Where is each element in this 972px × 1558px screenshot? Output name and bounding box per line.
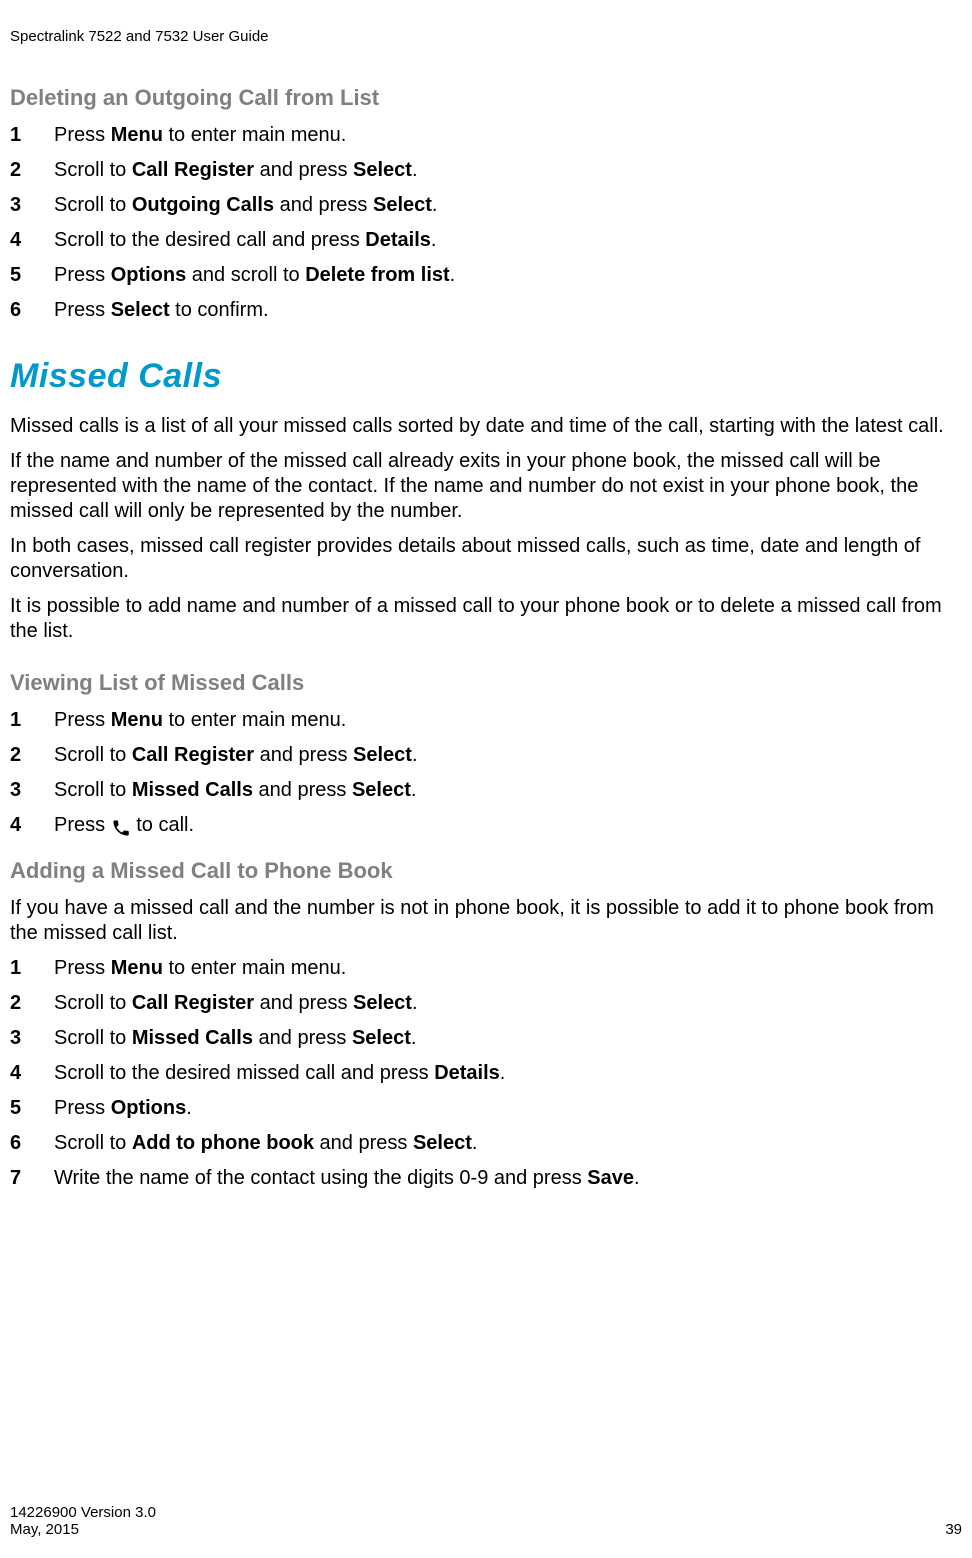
paragraph: In both cases, missed call register prov… bbox=[10, 534, 962, 584]
list-item: Press Options. bbox=[10, 1096, 962, 1121]
steps-add-missed: Press Menu to enter main menu. Scroll to… bbox=[10, 956, 962, 1191]
footer-date: May, 2015 bbox=[10, 1521, 79, 1538]
steps-view-missed: Press Menu to enter main menu. Scroll to… bbox=[10, 708, 962, 838]
call-icon bbox=[111, 818, 131, 838]
chapter-missed-calls: Missed Calls bbox=[10, 357, 962, 396]
page-footer: 14226900 Version 3.0 May, 2015 39 bbox=[10, 1504, 962, 1538]
list-item: Press to call. bbox=[10, 813, 962, 838]
paragraph: It is possible to add name and number of… bbox=[10, 594, 962, 644]
list-item: Scroll to Outgoing Calls and press Selec… bbox=[10, 193, 962, 218]
footer-version: 14226900 Version 3.0 bbox=[10, 1504, 962, 1521]
list-item: Scroll to Missed Calls and press Select. bbox=[10, 778, 962, 803]
heading-delete-outgoing: Deleting an Outgoing Call from List bbox=[10, 85, 962, 111]
list-item: Write the name of the contact using the … bbox=[10, 1166, 962, 1191]
list-item: Press Select to confirm. bbox=[10, 298, 962, 323]
list-item: Scroll to Call Register and press Select… bbox=[10, 991, 962, 1016]
footer-page-number: 39 bbox=[945, 1521, 962, 1538]
doc-header-title: Spectralink 7522 and 7532 User Guide bbox=[10, 28, 962, 45]
heading-add-missed: Adding a Missed Call to Phone Book bbox=[10, 858, 962, 884]
list-item: Scroll to the desired missed call and pr… bbox=[10, 1061, 962, 1086]
paragraph: Missed calls is a list of all your misse… bbox=[10, 414, 962, 439]
list-item: Press Options and scroll to Delete from … bbox=[10, 263, 962, 288]
heading-view-missed: Viewing List of Missed Calls bbox=[10, 670, 962, 696]
list-item: Press Menu to enter main menu. bbox=[10, 956, 962, 981]
list-item: Scroll to Call Register and press Select… bbox=[10, 158, 962, 183]
list-item: Scroll to Add to phone book and press Se… bbox=[10, 1131, 962, 1156]
list-item: Scroll to Missed Calls and press Select. bbox=[10, 1026, 962, 1051]
list-item: Press Menu to enter main menu. bbox=[10, 708, 962, 733]
page-content: Spectralink 7522 and 7532 User Guide Del… bbox=[0, 0, 972, 1191]
paragraph: If the name and number of the missed cal… bbox=[10, 449, 962, 524]
list-item: Press Menu to enter main menu. bbox=[10, 123, 962, 148]
list-item: Scroll to the desired call and press Det… bbox=[10, 228, 962, 253]
list-item: Scroll to Call Register and press Select… bbox=[10, 743, 962, 768]
paragraph: If you have a missed call and the number… bbox=[10, 896, 962, 946]
steps-delete-outgoing: Press Menu to enter main menu. Scroll to… bbox=[10, 123, 962, 323]
